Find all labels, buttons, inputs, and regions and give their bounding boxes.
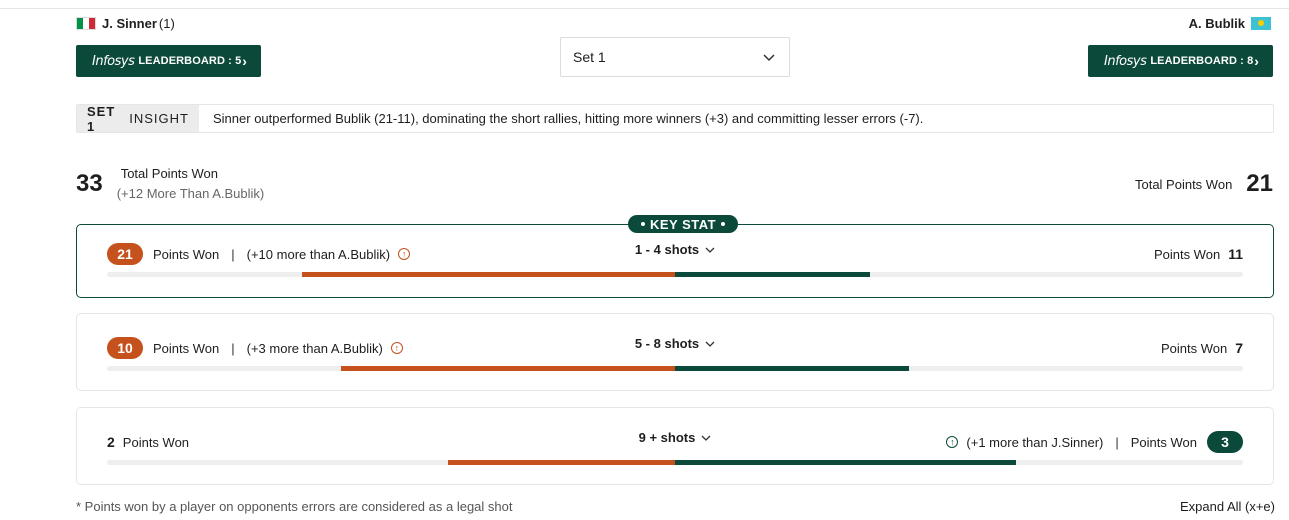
- left-points-label: Points Won: [122, 434, 190, 450]
- set-insight-box: SET 1 INSIGHT Sinner outperformed Bublik…: [76, 103, 1274, 134]
- right-points-label: Points Won: [1160, 340, 1228, 356]
- player-left-seed: (1): [158, 16, 175, 31]
- leaderboard-left-button[interactable]: Infosys LEADERBOARD : 5 ›: [76, 45, 261, 77]
- total-left-diff: (+12 More Than A.Bublik): [116, 186, 265, 201]
- rally-card-medium[interactable]: 10 Points Won | (+3 more than A.Bublik) …: [76, 313, 1274, 391]
- separator: |: [231, 246, 235, 262]
- total-right-number: 21: [1246, 170, 1273, 197]
- total-points-left: 33 Total Points Won (+12 More Than A.Bub…: [76, 166, 264, 201]
- separator: |: [231, 340, 235, 356]
- points-bar: [107, 460, 1243, 465]
- bublik-bar-fill: [675, 460, 1016, 465]
- player-right-label: A. Bublik: [1188, 16, 1245, 31]
- points-bar: [107, 366, 1243, 371]
- infosys-logo: Infosys: [92, 53, 135, 69]
- key-stat-label: KEY STAT: [650, 216, 717, 232]
- sinner-bar-fill: [302, 272, 675, 277]
- points-bar: [107, 272, 1243, 277]
- leaderboard-right-button[interactable]: Infosys LEADERBOARD : 8 ›: [1088, 45, 1273, 77]
- left-points-diff: (+3 more than A.Bublik): [246, 340, 383, 356]
- infosys-logo: Infosys: [1104, 53, 1147, 69]
- bublik-bar-fill: [675, 366, 910, 371]
- left-points-label: Points Won: [153, 340, 220, 356]
- set-select-dropdown[interactable]: Set 1: [560, 37, 790, 77]
- left-points-label: Points Won: [153, 246, 220, 262]
- chevron-right-icon: ›: [1254, 53, 1259, 69]
- rally-card-short[interactable]: 21 Points Won | (+10 more than A.Bublik)…: [76, 224, 1274, 298]
- total-left-label: Total Points Won: [120, 166, 219, 181]
- right-points-label: Points Won: [1153, 246, 1221, 262]
- dot-icon: [641, 222, 645, 226]
- left-points-diff: (+10 more than A.Bublik): [246, 246, 391, 262]
- arrow-up-circle-icon: ↑: [390, 342, 403, 354]
- rally-card-long[interactable]: 2 Points Won ↑ (+1 more than J.Sinner) |…: [76, 407, 1274, 485]
- right-points-diff: (+1 more than J.Sinner): [966, 434, 1104, 450]
- left-points-badge: 21: [107, 243, 143, 265]
- right-points-badge: 3: [1207, 431, 1243, 453]
- set-select-value: Set 1: [573, 49, 606, 65]
- leaderboard-right-label: LEADERBOARD : 8: [1150, 55, 1254, 67]
- total-right-label: Total Points Won: [1134, 176, 1233, 192]
- total-points-right: Total Points Won 21: [1135, 170, 1273, 198]
- right-points-number: 11: [1228, 246, 1243, 262]
- right-points-group: Points Won 7: [1161, 340, 1243, 356]
- left-points-badge: 10: [107, 337, 143, 359]
- left-points-number: 2: [107, 434, 115, 450]
- italy-flag-icon: [76, 17, 96, 30]
- player-left-name: J. Sinner (1): [76, 16, 175, 31]
- arrow-up-circle-icon: ↑: [398, 248, 411, 260]
- key-stat-badge: KEY STAT: [628, 215, 739, 233]
- insight-tag-set: SET 1: [87, 103, 116, 134]
- right-points-group: ↑ (+1 more than J.Sinner) | Points Won 3: [946, 431, 1243, 453]
- chevron-right-icon: ›: [242, 53, 247, 69]
- insight-tag: SET 1 INSIGHT: [77, 103, 199, 134]
- chevron-down-icon: [763, 49, 775, 65]
- player-right-name: A. Bublik: [1189, 16, 1271, 31]
- insight-text: Sinner outperformed Bublik (21-11), domi…: [213, 111, 924, 126]
- total-left-number: 33: [76, 170, 103, 197]
- expand-all-link[interactable]: Expand All (x+e): [1180, 499, 1275, 514]
- kazakhstan-flag-icon: [1251, 17, 1271, 30]
- arrow-up-circle-icon: ↑: [946, 436, 959, 448]
- top-divider: [0, 8, 1289, 9]
- bublik-bar-fill: [675, 272, 871, 277]
- separator: |: [1115, 434, 1119, 450]
- right-points-group: Points Won 11: [1154, 246, 1243, 262]
- right-points-label: Points Won: [1130, 434, 1197, 450]
- footnote: * Points won by a player on opponents er…: [76, 499, 513, 514]
- right-points-number: 7: [1235, 340, 1243, 356]
- sinner-bar-fill: [447, 460, 675, 465]
- player-left-label: J. Sinner: [102, 16, 157, 31]
- dot-icon: [721, 222, 726, 226]
- insight-tag-label: INSIGHT: [129, 111, 189, 126]
- sinner-bar-fill: [341, 366, 675, 371]
- leaderboard-left-label: LEADERBOARD : 5: [138, 55, 242, 67]
